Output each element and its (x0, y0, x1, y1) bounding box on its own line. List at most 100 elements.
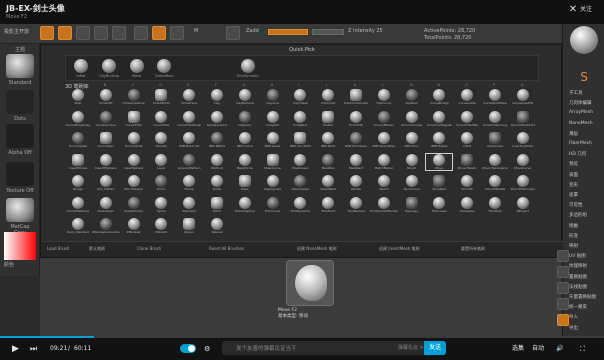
danmaku-settings-icon[interactable]: ⚙ (204, 344, 210, 354)
right-panel-menu-item[interactable]: ArrayMesh (569, 110, 603, 115)
polyframe-icon[interactable] (557, 314, 569, 326)
right-panel-menu-item[interactable]: 统一蒙皮 (569, 304, 603, 310)
volume-icon[interactable]: 🔊 (556, 344, 563, 354)
brush-cell[interactable]: GroomHairShort (510, 110, 536, 127)
brush-cell[interactable]: IMM Gears (260, 132, 286, 148)
brush-cell[interactable]: Polish (204, 175, 230, 191)
right-panel-menu-item[interactable]: 纹理映射 (569, 263, 603, 269)
fullscreen-icon[interactable]: ⛶ (580, 344, 585, 354)
dialog-footer-button[interactable]: 默认笔刷 (89, 246, 105, 252)
brush-cell[interactable]: SliceRect (426, 175, 452, 191)
draw-mode-button[interactable] (58, 26, 72, 40)
brush-cell[interactable]: ClipCircle (315, 89, 341, 105)
alpha-thumbnail[interactable] (6, 124, 34, 148)
brush-cell[interactable]: CurveSurface (93, 110, 119, 127)
brush-cell[interactable]: Layer (148, 153, 174, 170)
right-panel-menu-item[interactable]: 法线贴图 (569, 284, 603, 290)
brush-cell[interactable]: TrimCurve (260, 196, 286, 213)
brush-cell[interactable]: ClipCircleCenter (343, 89, 369, 105)
brush-cell[interactable]: MaskRect (343, 153, 369, 170)
brush-cell[interactable]: TrimLasso (426, 196, 452, 213)
right-panel-menu-item[interactable]: NanoMesh (569, 121, 603, 126)
brush-cell[interactable]: FormSoft (343, 110, 369, 127)
move-view-icon[interactable] (557, 266, 569, 278)
quick-pick-slot[interactable] (429, 58, 455, 80)
brush-cell[interactable]: Damstandard (204, 110, 230, 127)
quick-pick-slot[interactable] (402, 58, 428, 80)
brush-cell[interactable]: ZSketch (148, 218, 174, 234)
episode-button[interactable]: 选集 (512, 344, 524, 354)
brush-cell[interactable]: CurveStrapSnap (65, 110, 91, 127)
quick-pick-slot[interactable] (207, 58, 233, 80)
brush-cell[interactable]: MaskCircle (232, 153, 258, 170)
quick-pick-slot[interactable] (457, 58, 483, 80)
quick-pick-slot[interactable]: Inflat (68, 58, 94, 80)
brush-cell[interactable]: Smooth (454, 175, 480, 191)
brush-cell[interactable]: DragDot (260, 110, 286, 127)
brush-cell[interactable]: TrimFront (315, 196, 341, 213)
brush-cell[interactable]: Stitch (204, 196, 230, 213)
edit-mode-button[interactable] (40, 26, 54, 40)
brush-cell[interactable]: IMM Zipper (426, 132, 452, 148)
quick-pick-slot[interactable]: SelectRect (151, 58, 177, 80)
brush-cell[interactable]: CurveBridge (426, 89, 452, 105)
brush-cell[interactable]: GroomBlower (371, 110, 397, 127)
brush-cell[interactable]: MAHcut (204, 153, 230, 170)
brush-cell[interactable]: Orb_Flatten (93, 175, 119, 191)
brush-cell[interactable]: Rake (232, 175, 258, 191)
brush-cell[interactable]: InsertCube (482, 132, 508, 148)
brush-cell[interactable]: Zipper (176, 218, 202, 234)
brush-cell[interactable]: ChiselCreature (121, 89, 147, 105)
rgb-button[interactable] (170, 26, 184, 40)
dialog-footer-button[interactable]: 创建 InsertMesh 笔刷 (379, 246, 420, 252)
brush-cell[interactable]: CurveLathe (454, 89, 480, 105)
brush-cell[interactable]: IMM SpaceShip (371, 132, 397, 148)
dialog-footer-button[interactable]: Reset All Brushes (209, 246, 244, 251)
zoom-view-icon[interactable] (557, 282, 569, 294)
danmaku-input[interactable]: 发个友善的弹幕见证当下 弹幕礼仪 > (222, 341, 444, 355)
brush-cell[interactable]: Slash3 (371, 175, 397, 191)
quick-pick-slot[interactable] (318, 58, 344, 80)
right-panel-menu-item[interactable]: 预览 (569, 161, 603, 167)
brush-cell[interactable]: IMM Toon (399, 132, 425, 148)
brush-cell[interactable]: Snakehook (93, 196, 119, 213)
brush-cell[interactable]: ClipRect (399, 89, 425, 105)
brush-cell[interactable]: ChiselFace (176, 89, 202, 105)
right-panel-menu-item[interactable]: 映射 (569, 243, 603, 249)
next-icon[interactable]: ⏭ (30, 344, 37, 354)
brush-cell[interactable]: Chisel3D (93, 89, 119, 105)
brush-cell[interactable]: Hpolish (148, 132, 174, 148)
brush-cell[interactable]: IMM Basic Kit (176, 132, 202, 148)
brush-cell[interactable]: LayeredPattern (176, 153, 202, 170)
brush-cell[interactable]: GroomerMagnet (426, 110, 452, 127)
brush-thumbnail[interactable] (6, 54, 34, 78)
brush-cell[interactable]: ZRemesherGuides (92, 218, 120, 234)
right-panel-menu-item[interactable]: 几何体编辑 (569, 100, 603, 106)
send-button[interactable]: 发送 (424, 341, 446, 355)
brush-cell[interactable]: SmoothValleys (65, 196, 91, 213)
right-panel-menu-item[interactable]: 矢量置换贴图 (569, 294, 603, 300)
brush-cell[interactable]: GroomSpin (93, 132, 119, 148)
brush-cell[interactable]: Weavel (204, 218, 230, 234)
brush-cell[interactable]: GroomHairLong (482, 110, 508, 127)
brush-cell[interactable]: InsertHCube (65, 153, 91, 170)
brush-cell[interactable]: InsertSphere (121, 153, 147, 170)
brush-cell[interactable]: SelectRect (315, 175, 341, 191)
focal-shift-slider[interactable] (268, 29, 308, 35)
right-panel-menu-item[interactable]: 多边形组 (569, 212, 603, 218)
brush-cell[interactable]: SelectLasso (287, 175, 313, 191)
brush-cell[interactable]: IMM BParts (204, 132, 230, 148)
brush-cell[interactable]: CurveMultiTube (482, 89, 508, 105)
mrgb-button[interactable] (134, 26, 148, 40)
right-panel-menu-item[interactable]: 接触 (569, 223, 603, 229)
brush-cell[interactable]: CurveTriFill (121, 110, 147, 127)
brush-cell[interactable]: Standard (176, 196, 202, 213)
brush-cell[interactable]: ClayBuildup (232, 89, 258, 105)
quick-pick-slot[interactable] (374, 58, 400, 80)
material-thumbnail[interactable] (6, 198, 34, 222)
material-sphere-button[interactable] (152, 26, 166, 40)
brush-cell[interactable]: TrimHole (482, 196, 508, 213)
brush-cell[interactable]: InsertHSphere (93, 153, 119, 170)
brush-cell[interactable]: SnakeHook2 (121, 196, 147, 213)
brush-cell[interactable]: Planar (176, 175, 202, 191)
